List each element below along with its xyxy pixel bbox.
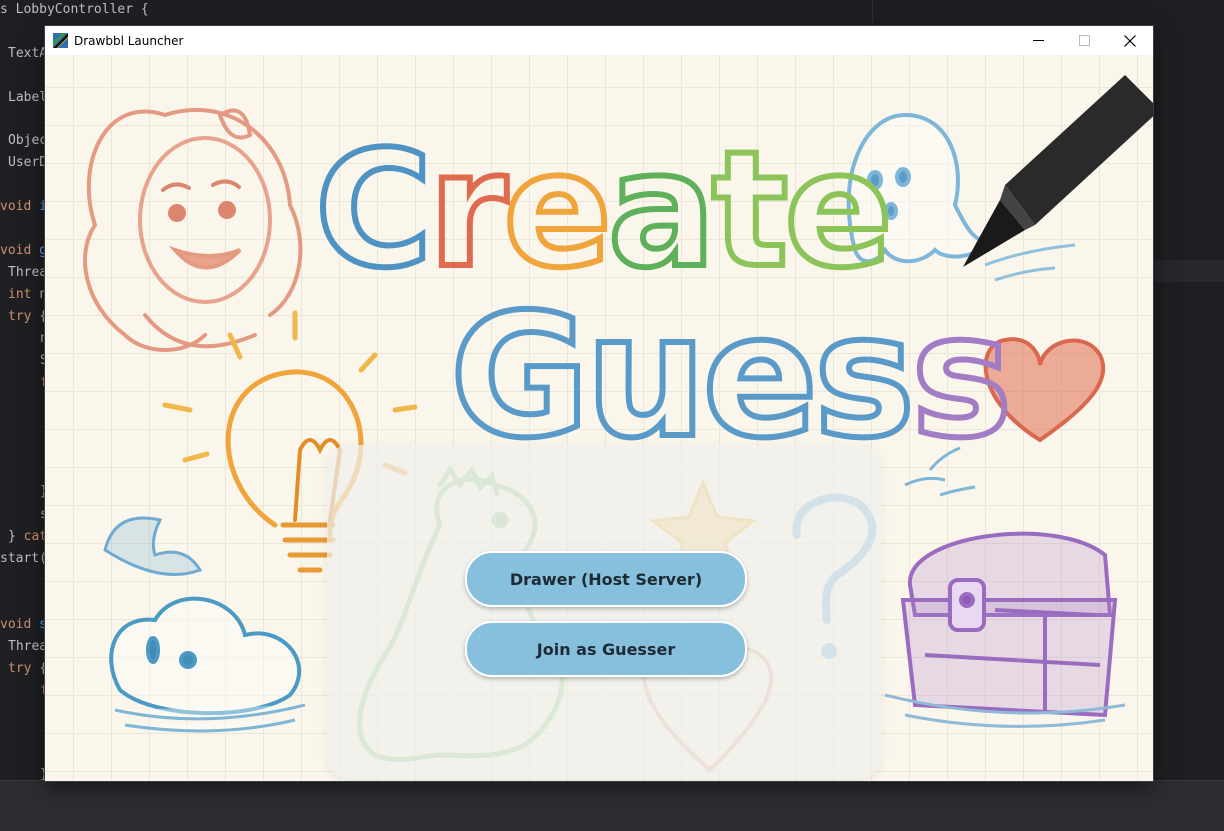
minimize-icon bbox=[1032, 40, 1044, 41]
code-line: TextA bbox=[8, 46, 48, 61]
code-line: try { bbox=[8, 661, 48, 676]
launcher-canvas: Create Guess Drawer (Host Server) Join a… bbox=[45, 55, 1153, 781]
close-button[interactable] bbox=[1107, 26, 1153, 55]
chest-doodle bbox=[884, 531, 1126, 728]
maximize-button[interactable] bbox=[1061, 26, 1107, 55]
cloud-doodle bbox=[109, 596, 306, 733]
app-icon bbox=[53, 33, 68, 48]
code-line: void s bbox=[0, 617, 47, 632]
launcher-window: Drawbbl Launcher Create Guess Drawer (Ho… bbox=[45, 26, 1153, 781]
window-title: Drawbbl Launcher bbox=[74, 33, 184, 48]
pen-doodle bbox=[963, 75, 1153, 282]
minimize-button[interactable] bbox=[1015, 26, 1061, 55]
code-line: Threa bbox=[8, 265, 48, 280]
code-line: start( bbox=[0, 551, 47, 566]
title-line-create: Create bbox=[315, 116, 889, 303]
code-line: Objec bbox=[8, 133, 48, 148]
code-line: s LobbyController { bbox=[0, 2, 149, 17]
ide-bottom-bar bbox=[0, 780, 1224, 831]
code-line: Label bbox=[8, 90, 48, 105]
title-bar[interactable]: Drawbbl Launcher bbox=[45, 26, 1153, 55]
close-icon bbox=[1124, 34, 1136, 47]
drawer-host-button[interactable]: Drawer (Host Server) bbox=[465, 551, 747, 607]
code-line: void i bbox=[0, 199, 47, 214]
join-guesser-button[interactable]: Join as Guesser bbox=[465, 621, 747, 677]
girl-doodle bbox=[83, 107, 303, 352]
code-line: try { bbox=[8, 309, 48, 324]
code-line: Threa bbox=[8, 639, 48, 654]
code-line: void g bbox=[0, 243, 47, 258]
code-line: UserD bbox=[8, 155, 48, 170]
code-line: } cat bbox=[8, 529, 48, 544]
launcher-panel: Drawer (Host Server) Join as Guesser bbox=[327, 445, 881, 779]
blob-doodle bbox=[103, 516, 203, 576]
code-line: int n bbox=[8, 287, 48, 302]
maximize-icon bbox=[1078, 35, 1090, 46]
